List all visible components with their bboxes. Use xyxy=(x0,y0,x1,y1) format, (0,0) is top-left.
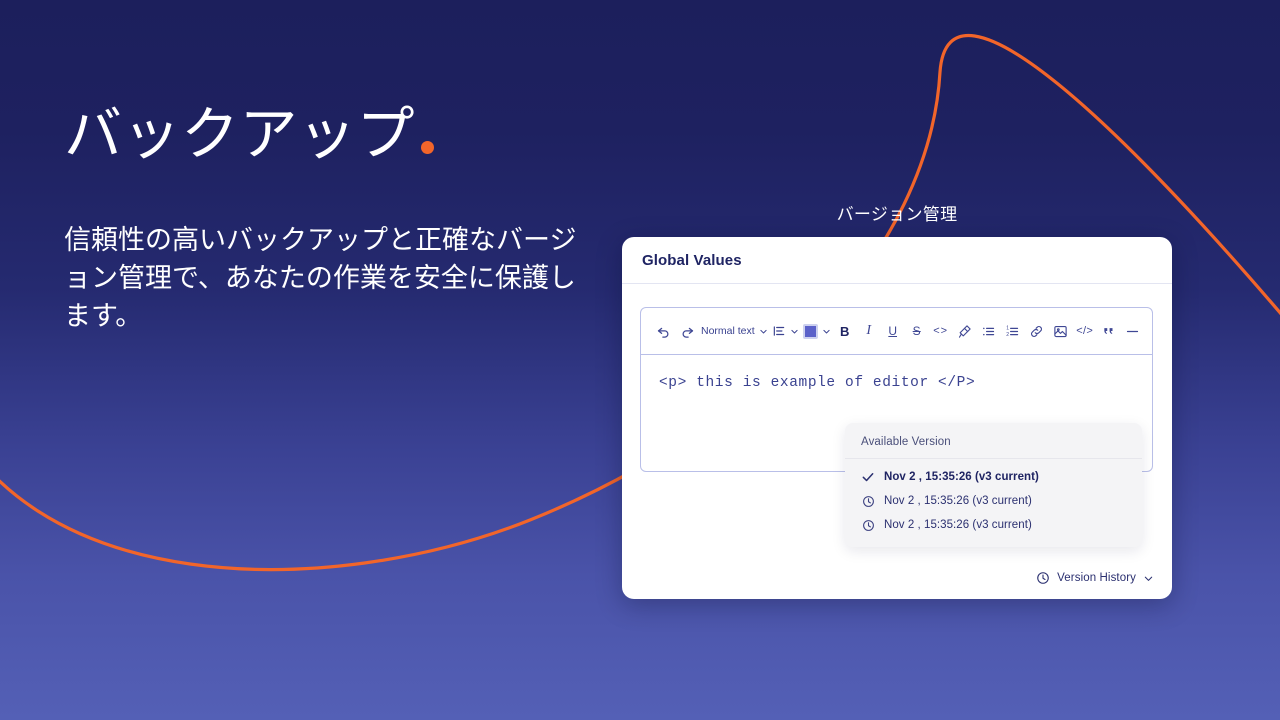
italic-button[interactable]: I xyxy=(857,319,881,343)
horizontal-rule-icon[interactable] xyxy=(1121,319,1145,343)
version-item[interactable]: Nov 2 , 15:35:26 (v3 current) xyxy=(845,513,1142,537)
slide-canvas: バックアップ 信頼性の高いバックアップと正確なバージョン管理で、あなたの作業を安… xyxy=(0,0,1280,720)
version-item[interactable]: Nov 2 , 15:35:26 (v3 current) xyxy=(845,489,1142,513)
strikethrough-button[interactable]: S xyxy=(905,319,929,343)
chevron-down-icon xyxy=(823,329,830,333)
card-caption: バージョン管理 xyxy=(836,205,958,224)
clear-format-icon[interactable] xyxy=(953,319,977,343)
version-item-label: Nov 2 , 15:35:26 (v3 current) xyxy=(884,471,1039,483)
version-history-button[interactable]: Version History xyxy=(1036,571,1154,585)
chevron-down-icon xyxy=(760,329,767,333)
link-icon[interactable] xyxy=(1025,319,1049,343)
undo-icon[interactable] xyxy=(651,319,675,343)
align-icon xyxy=(773,326,784,336)
card-header: Global Values xyxy=(622,237,1172,284)
image-icon[interactable] xyxy=(1049,319,1073,343)
hero-copy-block: バックアップ 信頼性の高いバックアップと正確なバージョン管理で、あなたの作業を安… xyxy=(64,102,624,336)
version-item[interactable]: Nov 2 , 15:35:26 (v3 current) xyxy=(845,465,1142,489)
clock-icon xyxy=(1036,571,1050,585)
redo-icon[interactable] xyxy=(675,319,699,343)
hero-description: 信頼性の高いバックアップと正確なバージョン管理で、あなたの作業を安全に保護します… xyxy=(64,224,577,332)
bold-button[interactable]: B xyxy=(833,319,857,343)
color-swatch-icon xyxy=(802,323,818,339)
dropdown-list: Nov 2 , 15:35:26 (v3 current) Nov 2 , 15… xyxy=(845,459,1142,537)
version-item-label: Nov 2 , 15:35:26 (v3 current) xyxy=(884,495,1032,507)
version-item-label: Nov 2 , 15:35:26 (v3 current) xyxy=(884,519,1032,531)
bullet-list-icon[interactable] xyxy=(977,319,1001,343)
card-title: Global Values xyxy=(642,251,742,269)
svg-text:2: 2 xyxy=(1006,331,1009,337)
underline-button[interactable]: U xyxy=(881,319,905,343)
available-version-dropdown: Available Version Nov 2 , 15:35:26 (v3 c… xyxy=(845,423,1142,547)
editor-content[interactable]: <p> this is example of editor </P> xyxy=(641,355,1152,411)
editor-toolbar: Normal text B I U S <> 1 2 </> xyxy=(641,308,1152,355)
version-history-label: Version History xyxy=(1057,572,1136,584)
check-icon xyxy=(861,470,875,484)
orange-dot-icon xyxy=(421,141,435,154)
chevron-down-icon[interactable] xyxy=(1143,573,1154,584)
block-style-label: Normal text xyxy=(701,325,755,337)
page-title: バックアップ xyxy=(64,102,624,167)
numbered-list-icon[interactable]: 1 2 xyxy=(1001,319,1025,343)
text-color-picker[interactable] xyxy=(801,323,833,339)
global-values-card: Global Values Normal text B I U S <> 1 2… xyxy=(622,237,1172,599)
quote-icon[interactable] xyxy=(1097,319,1121,343)
chevron-down-icon xyxy=(791,329,798,333)
page-title-text: バックアップ xyxy=(64,102,416,167)
text-align-select[interactable] xyxy=(770,324,801,338)
clock-icon xyxy=(861,518,875,532)
svg-text:1: 1 xyxy=(1006,325,1009,331)
code-block-button[interactable]: </> xyxy=(1073,319,1097,343)
inline-code-button[interactable]: <> xyxy=(929,319,953,343)
block-style-select[interactable]: Normal text xyxy=(699,325,770,337)
clock-icon xyxy=(861,494,875,508)
dropdown-header: Available Version xyxy=(845,423,1142,459)
